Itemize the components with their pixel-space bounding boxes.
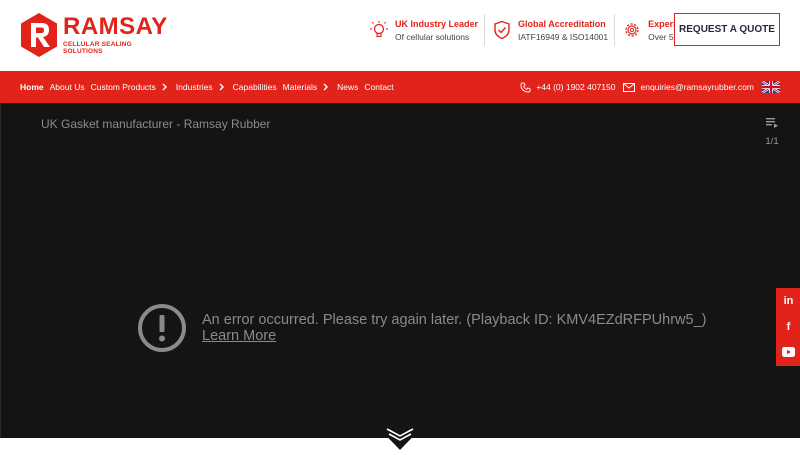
nav-item-about-us[interactable]: About Us	[50, 82, 85, 92]
ramsay-logo[interactable]: RAMSAY CELLULAR SEALING SOLUTIONS	[19, 12, 169, 58]
chevron-right-icon	[162, 83, 167, 91]
nav-item-custom-products[interactable]: Custom Products	[91, 82, 170, 92]
site-header: RAMSAY CELLULAR SEALING SOLUTIONS UK Ind…	[0, 0, 800, 71]
nav-item-capabilities[interactable]: Capabilities	[233, 82, 277, 92]
playlist-count: 1/1	[765, 136, 779, 147]
envelope-icon	[623, 82, 636, 92]
main-nav: Home About Us Custom Products Industries…	[0, 71, 800, 103]
lightbulb-icon	[368, 19, 390, 41]
logo-name: RAMSAY	[63, 13, 168, 40]
nav-item-contact[interactable]: Contact	[364, 82, 393, 92]
linkedin-icon: in	[783, 295, 794, 307]
error-message: An error occurred. Please try again late…	[202, 312, 707, 328]
playlist-button[interactable]: 1/1	[764, 115, 780, 147]
phone-number: +44 (0) 1902 407150	[536, 82, 616, 92]
nav-label: Contact	[364, 82, 394, 92]
gear-icon	[621, 19, 643, 41]
feature-strip: UK Industry Leader Of cellular solutions…	[368, 14, 713, 46]
playlist-icon	[766, 115, 778, 133]
scroll-down-chevron-icon[interactable]	[375, 424, 425, 450]
email-address: enquiries@ramsayrubber.com	[640, 82, 754, 92]
feature-title: Global Accreditation	[518, 18, 606, 29]
phone-link[interactable]: +44 (0) 1902 407150	[520, 81, 616, 93]
nav-item-materials[interactable]: Materials	[283, 82, 331, 92]
feature-accreditation: Global Accreditation IATF16949 & ISO1400…	[484, 14, 614, 46]
nav-label: Custom Products	[90, 82, 156, 92]
nav-item-industries[interactable]: Industries	[176, 82, 227, 92]
nav-item-home[interactable]: Home	[20, 82, 44, 92]
feature-subtitle: IATF16949 & ISO14001	[518, 31, 609, 42]
nav-label: Materials	[282, 82, 318, 92]
uk-flag-icon[interactable]	[762, 81, 780, 93]
phone-icon	[520, 81, 531, 93]
nav-label: About Us	[49, 82, 85, 92]
feature-title: UK Industry Leader	[395, 18, 479, 29]
logo-hexagon-icon	[19, 12, 59, 58]
video-title[interactable]: UK Gasket manufacturer - Ramsay Rubber	[41, 117, 270, 131]
playback-error: An error occurred. Please try again late…	[137, 303, 706, 353]
nav-label: Industries	[175, 82, 213, 92]
facebook-button[interactable]: f	[776, 314, 800, 340]
feature-subtitle: Of cellular solutions	[395, 31, 470, 42]
alert-circle-icon	[137, 303, 187, 353]
youtube-icon	[782, 344, 795, 362]
facebook-icon: f	[786, 321, 791, 333]
chevron-right-icon	[219, 83, 224, 91]
shield-check-icon	[491, 19, 513, 41]
linkedin-button[interactable]: in	[776, 288, 800, 314]
chevron-right-icon	[323, 83, 329, 91]
feature-industry-leader: UK Industry Leader Of cellular solutions	[368, 14, 484, 46]
video-player[interactable]: UK Gasket manufacturer - Ramsay Rubber 1…	[0, 103, 800, 438]
nav-item-news[interactable]: News	[337, 82, 358, 92]
nav-label: News	[337, 82, 359, 92]
learn-more-link[interactable]: Learn More	[202, 328, 706, 344]
request-quote-button[interactable]: REQUEST A QUOTE	[674, 13, 780, 46]
youtube-button[interactable]	[776, 340, 800, 366]
email-link[interactable]: enquiries@ramsayrubber.com	[623, 82, 754, 92]
nav-label: Home	[20, 82, 44, 92]
logo-tagline: CELLULAR SEALING SOLUTIONS	[63, 41, 132, 55]
social-sidebar: in f	[776, 288, 800, 366]
nav-label: Capabilities	[232, 82, 277, 92]
